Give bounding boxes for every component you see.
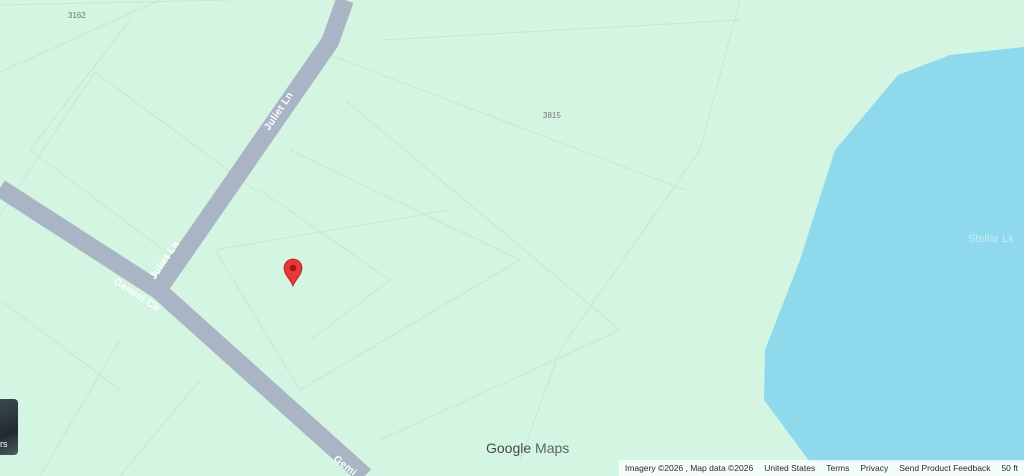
map-canvas[interactable]: Stellar Lk Juliet Ln Juliet Ln Gemini Ci…	[0, 0, 1024, 476]
google-maps-logo: Google Maps	[486, 440, 569, 456]
parcel-number: 3162	[68, 11, 86, 20]
lake-label: Stellar Lk	[968, 233, 1014, 245]
country-label: United States	[764, 463, 816, 473]
send-feedback-link[interactable]: Send Product Feedback	[899, 463, 990, 473]
privacy-link[interactable]: Privacy	[860, 463, 888, 473]
logo-google: Google	[486, 440, 532, 456]
layers-thumbnail-button[interactable]: rs	[0, 399, 18, 455]
scale-indicator[interactable]: 50 ft	[1001, 463, 1020, 473]
terms-link[interactable]: Terms	[826, 463, 849, 473]
attribution-bar: Imagery ©2026 , Map data ©2026 United St…	[618, 460, 1024, 476]
parcel-number: 3815	[543, 111, 561, 120]
layers-thumbnail-caption: rs	[0, 439, 8, 449]
scale-label: 50 ft	[1001, 463, 1018, 473]
imagery-attribution: Imagery ©2026 , Map data ©2026	[624, 463, 754, 473]
logo-maps: Maps	[535, 440, 570, 456]
